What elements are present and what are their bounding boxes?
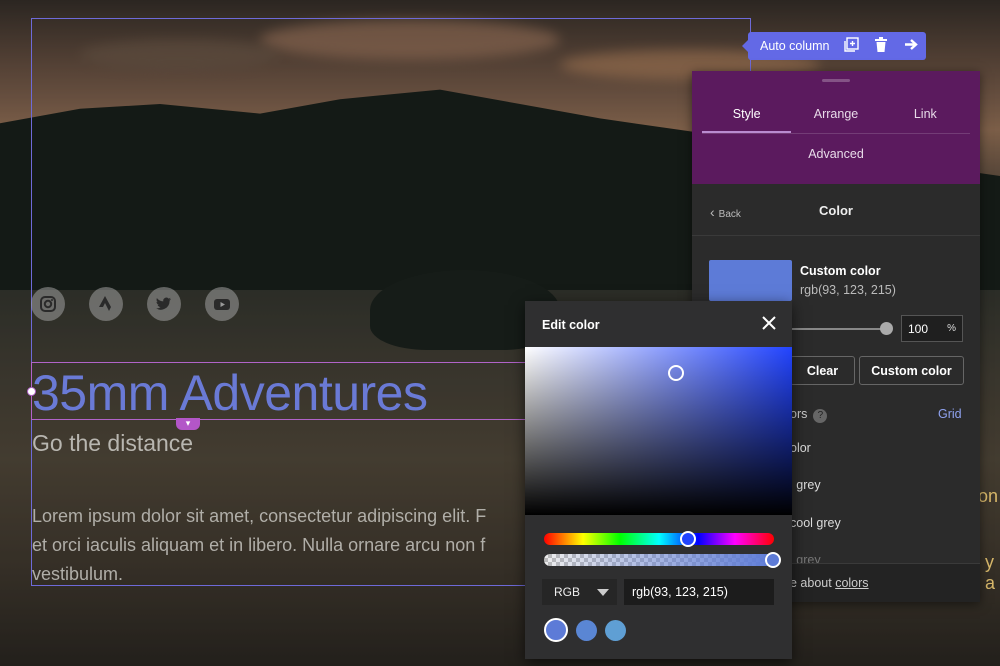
arrow-right-icon[interactable] (903, 38, 919, 55)
current-color-swatch[interactable] (709, 260, 792, 301)
opacity-unit: % (947, 323, 956, 334)
color-mode-value: RGB (554, 585, 581, 599)
strava-icon[interactable] (89, 287, 123, 321)
tab-style[interactable]: Style (702, 99, 792, 133)
color-list-item[interactable]: cool grey (790, 516, 841, 530)
edit-color-popup: Edit color RGB rgb(93, 123, 215) (525, 301, 792, 659)
alpha-slider[interactable] (544, 554, 774, 566)
hue-slider[interactable] (544, 533, 774, 545)
custom-color-name: Custom color (800, 264, 881, 278)
background-text-fragment: on (978, 486, 999, 506)
grid-link[interactable]: Grid (938, 407, 962, 421)
custom-color-value: rgb(93, 123, 215) (800, 283, 896, 297)
opacity-value: 100 (908, 321, 929, 336)
opacity-slider[interactable] (792, 328, 888, 330)
tab-arrange[interactable]: Arrange (791, 99, 880, 133)
add-column-icon[interactable] (843, 36, 859, 56)
recent-swatch[interactable] (576, 619, 597, 641)
help-icon[interactable]: ? (813, 409, 828, 423)
resize-handle[interactable] (27, 387, 36, 396)
picker-handle[interactable] (668, 365, 684, 381)
trash-icon[interactable] (873, 36, 889, 56)
tab-advanced[interactable]: Advanced (692, 147, 980, 161)
body-line: Lorem ipsum dolor sit amet, consectetur … (32, 506, 487, 526)
color-list-item[interactable]: olor (790, 441, 811, 455)
colors-label-text: ors (790, 407, 808, 421)
auto-column-label[interactable]: Auto column (760, 39, 829, 53)
recent-swatches (544, 618, 626, 642)
auto-column-toolbar: Auto column (742, 32, 926, 60)
panel-tabs: Style Arrange Link (702, 99, 970, 134)
recent-swatch[interactable] (605, 619, 626, 641)
clear-button[interactable]: Clear (790, 356, 855, 385)
alpha-slider-handle[interactable] (765, 552, 781, 568)
opacity-input[interactable]: 100 % (901, 315, 963, 342)
color-mode-select[interactable]: RGB (542, 579, 617, 605)
section-title: Color (819, 203, 853, 218)
body-line: vestibulum. (32, 564, 124, 584)
hero-subtitle[interactable]: Go the distance (32, 430, 193, 457)
color-value-input[interactable]: rgb(93, 123, 215) (624, 579, 774, 605)
recent-swatch[interactable] (544, 618, 568, 642)
saturation-value-picker[interactable] (525, 347, 792, 515)
tab-link[interactable]: Link (881, 99, 970, 133)
custom-color-button[interactable]: Custom color (859, 356, 964, 385)
popup-title: Edit color (542, 318, 600, 332)
colors-label: ors? (790, 407, 828, 423)
hero-title[interactable]: 35mm Adventures (32, 364, 428, 422)
drag-handle[interactable] (822, 79, 850, 82)
hue-slider-handle[interactable] (680, 531, 696, 547)
close-icon[interactable] (762, 313, 776, 333)
color-section-header: ‹ Back Color (692, 184, 980, 236)
panel-header: Style Arrange Link Advanced (692, 71, 980, 184)
colors-link[interactable]: colors (835, 576, 868, 590)
body-line: et orci iaculis aliquam et in libero. Nu… (32, 535, 486, 555)
learn-more-prefix: e about (790, 576, 832, 590)
twitter-icon[interactable] (147, 287, 181, 321)
learn-more-text: e about colors (790, 576, 869, 590)
social-icons (31, 287, 239, 321)
insert-below-handle[interactable]: ▾ (176, 418, 200, 430)
instagram-icon[interactable] (31, 287, 65, 321)
hero-body[interactable]: Lorem ipsum dolor sit amet, consectetur … (32, 502, 552, 589)
opacity-slider-handle[interactable] (880, 322, 893, 335)
background-text-fragment: y a (985, 552, 996, 593)
youtube-icon[interactable] (205, 287, 239, 321)
color-list-item[interactable]: l grey (790, 478, 821, 492)
chevron-down-icon (597, 589, 609, 596)
